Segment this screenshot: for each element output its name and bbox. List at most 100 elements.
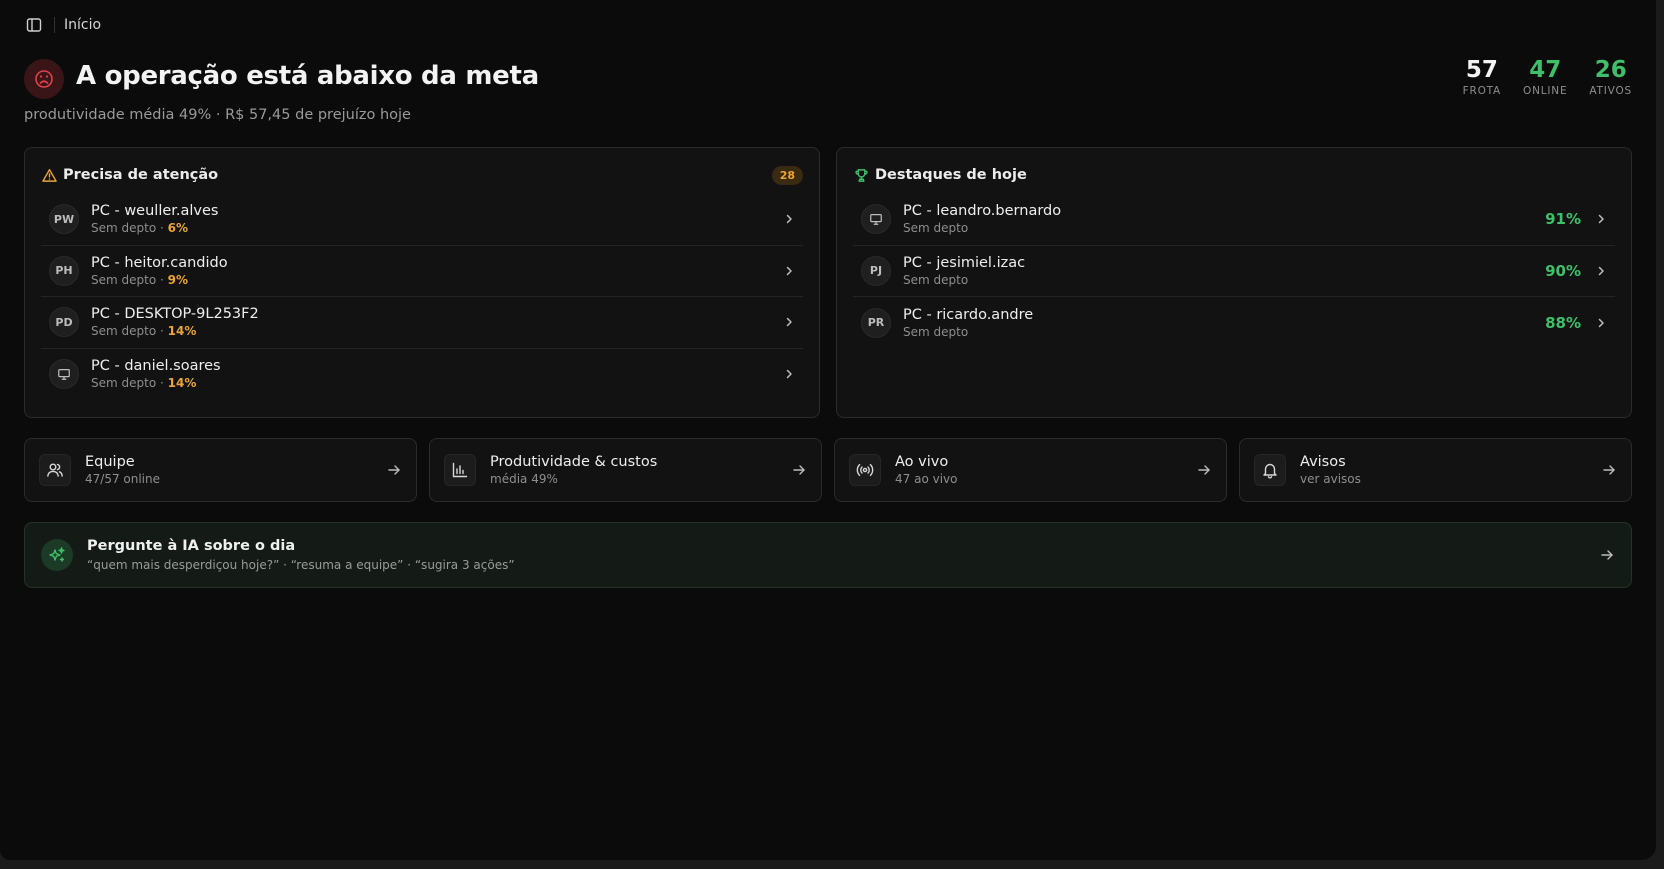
sidebar-toggle-icon[interactable]	[24, 15, 44, 35]
productivity-card[interactable]: Produtividade & custos média 49%	[429, 438, 822, 502]
device-dept: Sem depto	[903, 221, 969, 236]
avatar: PJ	[861, 255, 891, 286]
stat-label: ONLINE	[1523, 85, 1568, 97]
chevron-right-icon	[1593, 263, 1609, 279]
stat-fleet: 57 FROTA	[1463, 56, 1501, 97]
ai-suggestions: “quem mais desperdiçou hoje?” · “resuma …	[87, 557, 515, 572]
chevron-right-icon	[1593, 315, 1609, 331]
device-name: PC - daniel.soares	[91, 358, 221, 375]
device-name: PC - ricardo.andre	[903, 306, 1034, 323]
device-name: PC - jesimiel.izac	[903, 254, 1026, 271]
page-title: A operação está abaixo da meta	[76, 61, 539, 91]
productivity-pct: 91%	[1545, 210, 1581, 229]
highlights-panel-header: Destaques de hoje	[853, 164, 1615, 186]
avatar: PR	[861, 307, 891, 338]
attention-panel-header: Precisa de atenção 28	[41, 164, 803, 186]
avatar: PH	[49, 255, 79, 286]
productivity-pct: 9%	[167, 272, 188, 287]
productivity-pct: 14%	[167, 376, 197, 391]
list-item[interactable]: PD PC - DESKTOP-9L253F2 Sem depto · 14%	[41, 297, 803, 349]
bar-chart-icon	[444, 454, 476, 486]
list-item[interactable]: PH PC - heitor.candido Sem depto · 9%	[41, 246, 803, 297]
list-item[interactable]: PJ PC - jesimiel.izac Sem depto 90%	[853, 246, 1615, 297]
chevron-right-icon	[1593, 211, 1609, 227]
team-card[interactable]: Equipe 47/57 online	[24, 438, 417, 502]
app-window: Início A operação está abaixo da meta pr…	[0, 0, 1656, 860]
stat-value: 47	[1529, 57, 1562, 83]
trophy-icon	[853, 167, 869, 183]
stat-label: ATIVOS	[1589, 85, 1632, 97]
stat-online: 47 ONLINE	[1523, 56, 1567, 97]
arrow-right-icon	[1196, 462, 1212, 478]
chevron-right-icon	[781, 211, 797, 227]
device-dept: Sem depto ·	[91, 324, 168, 339]
device-dept: Sem depto ·	[91, 272, 168, 287]
device-dept: Sem depto ·	[91, 221, 168, 236]
sad-face-icon	[24, 59, 64, 99]
arrow-right-icon	[791, 462, 807, 478]
productivity-pct: 6%	[167, 221, 188, 236]
card-title: Avisos	[1300, 454, 1346, 470]
device-dept: Sem depto	[903, 324, 969, 339]
device-dept: Sem depto ·	[91, 376, 168, 391]
card-subtitle: 47 ao vivo	[895, 472, 958, 486]
panel-title: Precisa de atenção	[63, 167, 219, 183]
chevron-right-icon	[781, 263, 797, 279]
device-name: PC - leandro.bernardo	[903, 203, 1062, 220]
sparkles-icon	[41, 539, 73, 571]
top-bar: Início	[24, 14, 101, 36]
card-subtitle: média 49%	[490, 472, 558, 486]
attention-count-badge: 28	[771, 165, 803, 185]
card-subtitle: ver avisos	[1300, 472, 1361, 486]
highlights-list: PC - leandro.bernardo Sem depto 91% PJ P…	[853, 194, 1615, 349]
stat-label: FROTA	[1462, 85, 1502, 97]
attention-panel: Precisa de atenção 28 PW PC - weuller.al…	[24, 147, 820, 418]
list-item[interactable]: PW PC - weuller.alves Sem depto · 6%	[41, 194, 803, 246]
chevron-right-icon	[781, 314, 797, 330]
device-dept: Sem depto	[903, 272, 969, 287]
live-card[interactable]: Ao vivo 47 ao vivo	[834, 438, 1227, 502]
nav-cards: Equipe 47/57 online Produtividade & cust…	[24, 438, 1632, 502]
device-meta: Sem depto · 9%	[91, 272, 228, 288]
avatar: PW	[49, 204, 79, 235]
list-item[interactable]: PR PC - ricardo.andre Sem depto 88%	[853, 297, 1615, 349]
list-item[interactable]: PC - leandro.bernardo Sem depto 91%	[853, 194, 1615, 246]
highlights-panel: Destaques de hoje PC - leandro.bernardo …	[836, 147, 1632, 418]
card-title: Produtividade & custos	[490, 454, 658, 470]
alerts-card[interactable]: Avisos ver avisos	[1239, 438, 1632, 502]
device-meta: Sem depto · 14%	[91, 375, 221, 391]
warning-icon	[41, 167, 57, 183]
productivity-pct: 88%	[1545, 313, 1581, 332]
bell-icon	[1254, 454, 1286, 486]
monitor-icon	[861, 204, 891, 235]
breadcrumb[interactable]: Início	[64, 17, 101, 33]
topbar-divider	[54, 17, 55, 33]
arrow-right-icon	[386, 462, 402, 478]
ask-ai-banner[interactable]: Pergunte à IA sobre o dia “quem mais des…	[24, 522, 1632, 588]
panel-title: Destaques de hoje	[875, 167, 1027, 183]
list-item[interactable]: PC - daniel.soares Sem depto · 14%	[41, 349, 803, 401]
monitor-icon	[49, 359, 79, 390]
stat-value: 26	[1594, 57, 1627, 83]
device-name: PC - weuller.alves	[91, 203, 219, 220]
productivity-pct: 14%	[167, 324, 197, 339]
page-subtitle: produtividade média 49% · R$ 57,45 de pr…	[24, 107, 411, 123]
stat-value: 57	[1465, 57, 1498, 83]
device-meta: Sem depto · 6%	[91, 220, 218, 236]
chevron-right-icon	[781, 366, 797, 382]
avatar: PD	[49, 307, 79, 338]
card-title: Ao vivo	[895, 454, 949, 470]
device-name: PC - DESKTOP-9L253F2	[91, 306, 259, 323]
device-meta: Sem depto · 14%	[91, 323, 259, 339]
attention-list: PW PC - weuller.alves Sem depto · 6% PH …	[41, 194, 803, 400]
stat-active: 26 ATIVOS	[1589, 56, 1632, 97]
card-title: Equipe	[85, 454, 135, 470]
device-name: PC - heitor.candido	[91, 254, 228, 271]
arrow-right-icon	[1599, 547, 1615, 563]
productivity-pct: 90%	[1545, 261, 1581, 280]
arrow-right-icon	[1601, 462, 1617, 478]
users-icon	[39, 454, 71, 486]
broadcast-icon	[849, 454, 881, 486]
ai-title: Pergunte à IA sobre o dia	[87, 537, 296, 554]
card-subtitle: 47/57 online	[85, 472, 160, 486]
